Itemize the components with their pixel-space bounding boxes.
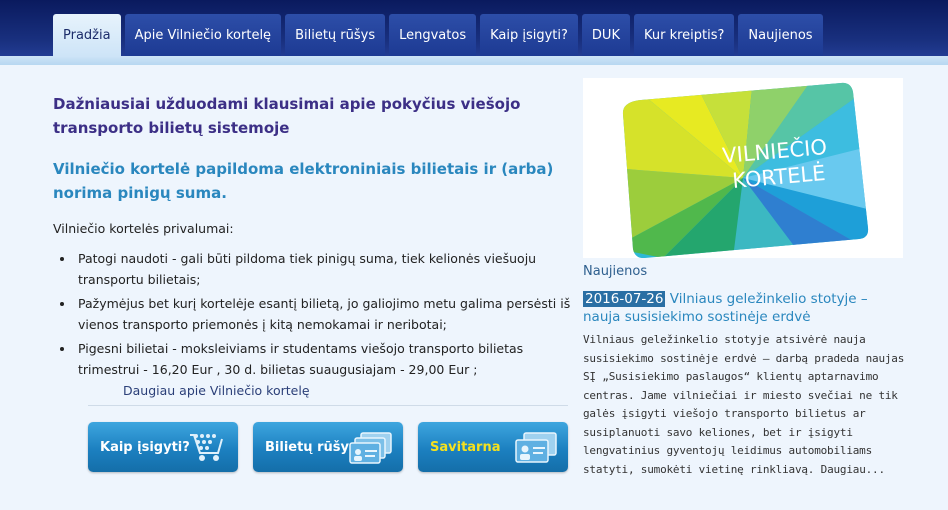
benefits-intro: Vilniečio kortelės privalumai: [53, 221, 234, 236]
id-card-icon [515, 432, 557, 463]
tab-faq[interactable]: DUK [581, 14, 630, 56]
news-body-text: Vilniaus geležinkelio stotyje atsivėrė n… [583, 333, 905, 476]
self-service-button[interactable]: Savitarna [418, 422, 568, 472]
nav-underline [0, 56, 948, 65]
self-service-label: Savitarna [430, 439, 501, 455]
list-item: Pažymėjus bet kurį kortelėje esantį bili… [75, 293, 573, 335]
shopping-cart-icon [190, 434, 223, 461]
more-about-card-link[interactable]: Daugiau apie Vilniečio kortelę [123, 383, 573, 398]
news-section-title: Naujienos [583, 264, 648, 279]
tab-discounts[interactable]: Lengvatos [389, 14, 477, 56]
news-headline[interactable]: 2016-07-26 Vilniaus geležinkelio stotyje… [583, 290, 903, 326]
tab-news[interactable]: Naujienos [738, 14, 823, 56]
cards-icon [349, 432, 392, 464]
news-more-link[interactable]: Daugiau... [821, 463, 885, 476]
tab-how-to-buy[interactable]: Kaip įsigyti? [480, 14, 578, 56]
tab-contacts[interactable]: Kur kreiptis? [633, 14, 735, 56]
main-content: Dažniausiai užduodami klausimai apie pok… [53, 80, 573, 398]
list-item: Patogi naudoti - gali būti pildoma tiek … [75, 248, 573, 290]
ticket-types-label: Bilietų rūšys [265, 439, 357, 455]
benefits-list: Patogi naudoti - gali būti pildoma tiek … [75, 248, 573, 380]
vilniecio-card-image: VILNIEČIO KORTELĖ [583, 78, 903, 258]
how-to-buy-button[interactable]: Kaip įsigyti? [88, 422, 238, 472]
news-body: Vilniaus geležinkelio stotyje atsivėrė n… [583, 331, 913, 479]
ticket-types-button[interactable]: Bilietų rūšys [253, 422, 403, 472]
list-item: Pigesni bilietai - moksleiviams ir stude… [75, 338, 573, 380]
card-illustration: VILNIEČIO KORTELĖ [622, 82, 869, 258]
page-headline: Dažniausiai užduodami klausimai apie pok… [53, 95, 521, 137]
tab-about-card[interactable]: Apie Vilniečio kortelę [124, 14, 282, 56]
page-subheadline: Vilniečio kortelė papildoma elektroninia… [53, 160, 554, 202]
divider [88, 405, 568, 406]
main-tabs: Pradžia Apie Vilniečio kortelę Bilietų r… [53, 14, 823, 57]
tab-ticket-types[interactable]: Bilietų rūšys [285, 14, 386, 56]
tab-home[interactable]: Pradžia [53, 14, 121, 57]
how-to-buy-label: Kaip įsigyti? [100, 439, 190, 455]
news-date: 2016-07-26 [583, 291, 666, 307]
